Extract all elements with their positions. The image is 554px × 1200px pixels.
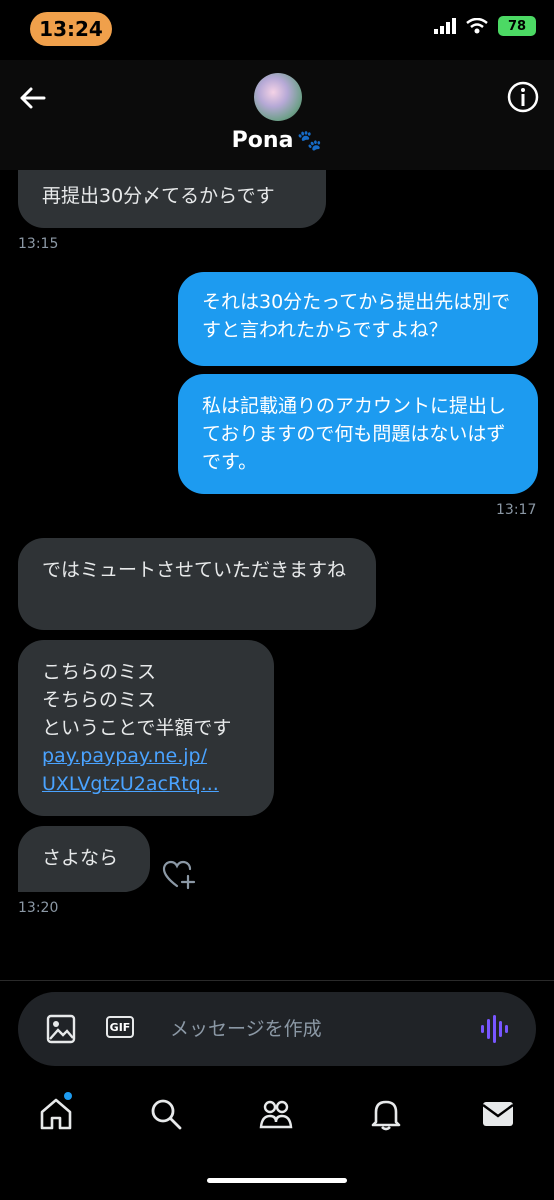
contact-name: Pona: [231, 128, 294, 153]
message-timestamp: 13:15: [18, 236, 59, 252]
gif-icon[interactable]: GIF: [106, 1016, 134, 1038]
message-bubble-sent[interactable]: それは30分たってから提出先は別ですと言われたからですよね？: [178, 272, 538, 366]
message-bubble-received[interactable]: ではミュートさせていただきますね: [18, 538, 376, 630]
bottom-tab-bar: [0, 1086, 554, 1146]
paypay-link[interactable]: pay.paypay.ne.jp/: [42, 745, 207, 767]
message-text: それは30分たってから提出先は別ですと言われたからですよね？: [202, 291, 511, 341]
communities-icon[interactable]: [258, 1096, 294, 1132]
conversation-title[interactable]: Pona 🐾: [0, 128, 554, 153]
message-bubble-received[interactable]: さよなら: [18, 826, 150, 892]
home-icon[interactable]: [38, 1096, 74, 1132]
notification-dot: [64, 1092, 72, 1100]
message-text: 再提出30分〆てるからです: [42, 185, 275, 207]
message-text: ではミュートさせていただきますね: [42, 559, 347, 581]
status-time: 13:24: [30, 12, 112, 46]
battery-indicator: 78: [498, 16, 536, 36]
messages-mail-icon[interactable]: [480, 1096, 516, 1132]
wifi-icon: [466, 18, 488, 34]
message-line: ということで半額です: [42, 717, 232, 739]
message-text: さよなら: [42, 847, 119, 869]
message-text: 私は記載通りのアカウントに提出しておりますので何も問題はないはずです。: [202, 395, 507, 473]
status-icons: 78: [434, 16, 536, 36]
voice-message-icon[interactable]: [480, 1014, 510, 1044]
message-timestamp: 13:17: [496, 502, 537, 518]
back-arrow-icon[interactable]: [14, 80, 50, 116]
signal-icon: [434, 18, 456, 34]
add-reaction-heart-icon[interactable]: [162, 860, 196, 890]
divider: [0, 980, 554, 981]
message-timestamp: 13:20: [18, 900, 59, 916]
info-icon[interactable]: [506, 80, 540, 114]
message-bubble-received[interactable]: こちらのミス そちらのミス ということで半額です pay.paypay.ne.j…: [18, 640, 274, 816]
message-composer: GIF メッセージを作成: [18, 992, 536, 1066]
message-line: そちらのミス: [42, 689, 157, 711]
message-bubble-sent[interactable]: 私は記載通りのアカウントに提出しておりますので何も問題はないはずです。: [178, 374, 538, 494]
home-indicator: [207, 1178, 347, 1183]
message-bubble-received[interactable]: 再提出30分〆てるからです: [18, 170, 326, 228]
message-line: こちらのミス: [42, 661, 157, 683]
message-input[interactable]: メッセージを作成: [170, 1014, 322, 1041]
notifications-bell-icon[interactable]: [368, 1096, 404, 1132]
avatar[interactable]: [254, 73, 302, 121]
search-icon[interactable]: [148, 1096, 184, 1132]
paw-icon: 🐾: [297, 128, 323, 152]
image-icon[interactable]: [46, 1014, 76, 1044]
paypay-link[interactable]: UXLVgtzU2acRtq...: [42, 773, 219, 795]
